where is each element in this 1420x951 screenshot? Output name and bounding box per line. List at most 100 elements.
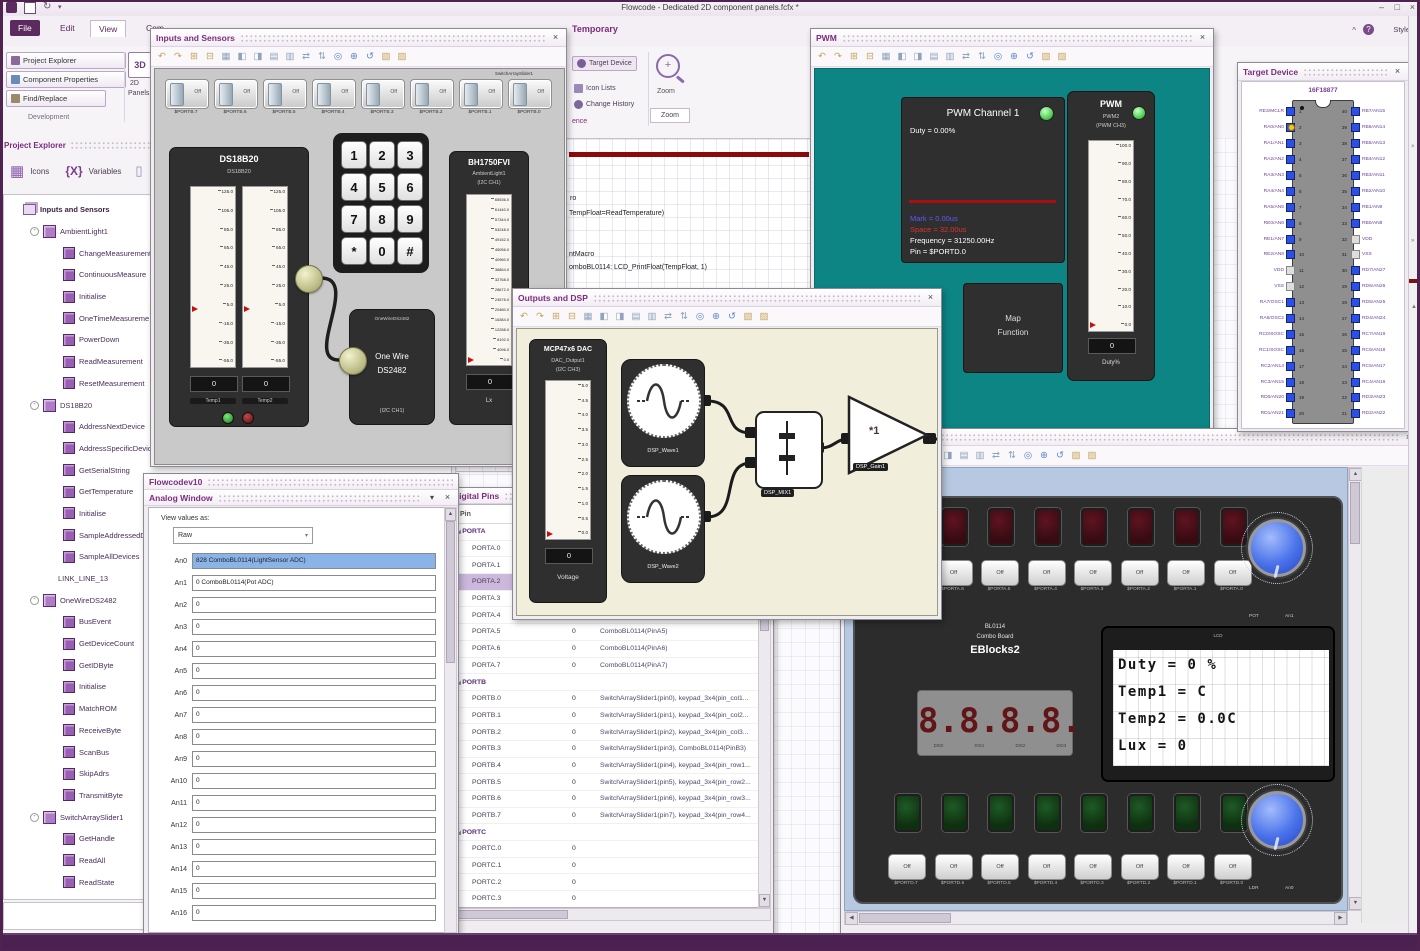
toolbar-icon[interactable]: ▧ [1069,449,1083,463]
digital-pin-row[interactable]: PORTC.2 0 [452,874,759,892]
dac-component[interactable]: MCP47x6 DAC DAC_Output1 (I2C CH3) 5.0 4.5… [529,339,607,603]
scroll-up-icon[interactable]: ▲ [445,508,456,521]
toolbar-icon[interactable]: ⇅ [975,50,989,64]
keypad-key[interactable]: 3 [397,141,423,169]
scroll-right-icon[interactable]: ▶ [1334,912,1347,925]
digital-pin-row[interactable]: PORTA.7 0 ComboBL0114(PinA7) [452,658,759,675]
dac-voltage-scale[interactable]: 5.0 4.5 4.0 3.5 3.0 2.5 2.0 1.5 1.0 0.5 0.0 [545,380,591,540]
toolbar-icon[interactable]: ↶ [517,310,531,324]
chip-pin-row[interactable]: RC1/SOSC 16 25 RC6/AN18 [1242,342,1404,358]
toolbar-icon[interactable]: ⊕ [1037,449,1051,463]
analog-channel-field[interactable]: 0 [192,861,436,877]
digital-pin-row[interactable]: PORTA.6 0 ComboBL0114(PinA6) [452,641,759,658]
find-replace-button[interactable]: Find/Replace [6,90,106,107]
toolbar-icon[interactable]: ◧ [895,50,909,64]
component-properties-button[interactable]: Component Properties [6,71,126,88]
bh1750-lux-scale[interactable]: 65536.0 61440.0 57344.0 53248.0 49152.0 45056… [466,194,512,366]
digital-pin-row[interactable]: PORTB [452,674,759,691]
toolbar-icon[interactable]: ◨ [911,50,925,64]
keypad-key[interactable]: 0 [369,237,395,265]
wire-connector-2[interactable] [339,347,367,375]
toolbar-icon[interactable]: ⊞ [187,50,201,64]
digital-pin-row[interactable]: PORTC.3 0 [452,891,759,907]
analog-channel-field[interactable]: 0 [192,663,436,679]
switch-handle[interactable] [415,83,429,106]
project-explorer-button[interactable]: Project Explorer [6,52,126,69]
keypad-key[interactable]: 5 [369,173,395,201]
chip-pin-row[interactable]: RC2/AN14 17 24 RC5/AN17 [1242,358,1404,374]
analog-channel-field[interactable]: 0 [192,729,436,745]
toolbar-icon[interactable]: ⊞ [549,310,563,324]
toolbar-icon[interactable]: ▤ [957,449,971,463]
dsp-wave2-component[interactable]: DSP_Wave2 [621,475,705,583]
toolbar-icon[interactable]: ◨ [941,449,955,463]
ds18b20-scale-1[interactable]: 125.0 105.0 85.0 65.0 45.0 25.0 5.0 -15.0 -35.0-… [190,186,236,368]
dsp-window-titlebar[interactable]: Outputs and DSP × [513,289,941,307]
strip-collapse-icon[interactable]: » [1411,238,1414,244]
slide-switch[interactable]: Off [312,79,356,109]
analog-channel-field[interactable]: 0 [192,817,436,833]
digital-pin-row[interactable]: PORTB.1 0 SwitchArraySlider1(pin1), keyp… [452,708,759,725]
porta-button[interactable]: Off [981,560,1019,586]
toolbar-icon[interactable]: ▦ [879,50,893,64]
chip-pin-row[interactable]: RA6/OSC2 14 27 RD4/AN24 [1242,311,1404,327]
keypad-key[interactable]: # [397,237,423,265]
portd-button[interactable]: Off [1074,854,1112,880]
chip-pin-row[interactable]: RA3/AN3 5 36 RB3/AN11 [1242,168,1404,184]
chip-pin-row[interactable]: VDD 11 30 RD7/AN27 [1242,263,1404,279]
icons-grid-icon[interactable]: ▦ [10,162,24,180]
chip-pin-row[interactable]: RA0/AN0 2 39 RB6/AN14 [1242,120,1404,136]
portd-button[interactable]: Off [1167,854,1205,880]
switch-handle[interactable] [268,83,282,106]
slide-switch[interactable]: Off [165,79,209,109]
pwm-channel-block[interactable]: PWM Channel 1 Duty = 0.00% Mark = 0.00us… [901,97,1065,263]
tab-edit[interactable]: Edit [52,20,83,36]
restore-button[interactable]: □ [1395,2,1400,12]
digital-pin-row[interactable]: PORTB.7 0 SwitchArraySlider1(pin7), keyp… [452,808,759,825]
chip-pin-row[interactable]: RA4/AN4 6 35 RB2/AN10 [1242,183,1404,199]
pwm-window-titlebar[interactable]: PWM × [811,29,1213,47]
toolbar-icon[interactable]: ⊟ [565,310,579,324]
variables-tab-label[interactable]: Variables [89,167,122,176]
toolbar-icon[interactable]: ▥ [645,310,659,324]
toolbar-icon[interactable]: ◎ [1021,449,1035,463]
macros-partial-icon[interactable]: ▯ [135,163,142,179]
toolbar-icon[interactable]: ▦ [219,50,233,64]
keypad-key[interactable]: 9 [397,205,423,233]
portd-button[interactable]: Off [934,854,973,880]
toolbar-icon[interactable]: ◧ [235,50,249,64]
analog-channel-field[interactable]: 0 [192,641,436,657]
toolbar-icon[interactable]: ▥ [283,50,297,64]
digital-pin-row[interactable]: PORTB.3 0 SwitchArraySlider1(pin3), Comb… [452,741,759,758]
dsp-wave1-component[interactable]: DSP_Wave1 [621,359,705,467]
porta-button[interactable]: Off [1074,560,1112,586]
switch-handle[interactable] [366,83,380,106]
strip-splitter[interactable] [1409,279,1419,283]
dsp-mix-component[interactable] [755,411,823,489]
analog-channel-field[interactable]: 0 [192,751,436,767]
toolbar-icon[interactable]: ◎ [331,50,345,64]
slide-switch[interactable]: Off [459,79,503,109]
portd-button[interactable]: Off [981,854,1019,880]
toolbar-icon[interactable]: ◎ [991,50,1005,64]
keypad-key[interactable]: 1 [341,141,367,169]
toolbar-icon[interactable]: ▨ [1055,50,1069,64]
chip-pin-row[interactable]: VSS 12 29 RD6/AN26 [1242,279,1404,295]
ds18b20-scale-2[interactable]: 125.0 105.0 85.0 65.0 45.0 25.0 5.0 -15.0 -35.0-… [242,186,288,368]
porta-button[interactable]: Off [1167,560,1205,586]
analog-channel-field[interactable]: 828 ComboBL0114(LightSensor ADC) [192,553,436,569]
switch-handle[interactable] [170,83,184,106]
toolbar-icon[interactable]: ↶ [155,50,169,64]
toolbar-icon[interactable]: ↺ [1053,449,1067,463]
chip-pin-row[interactable]: RA7/OSC1 13 28 RD5/AN25 [1242,295,1404,311]
target-window-titlebar[interactable]: Target Device × [1238,63,1408,81]
keypad-key[interactable]: * [341,237,367,265]
tree-toggle-icon[interactable] [30,812,39,822]
digital-pin-row[interactable]: PORTC [452,824,759,842]
porta-button[interactable]: Off [1027,560,1066,586]
keypad-key[interactable]: 4 [341,173,367,201]
tab-view[interactable]: View [90,20,127,37]
pwm-slider-component[interactable]: PWM PWM2 (PWM CH3) 100.0 90.0 80.0 70.0 60.0… [1067,91,1155,381]
keypad-key[interactable]: 8 [369,205,395,233]
chip-pin-row[interactable]: RE2/AN8 10 31 VSS [1242,247,1404,263]
